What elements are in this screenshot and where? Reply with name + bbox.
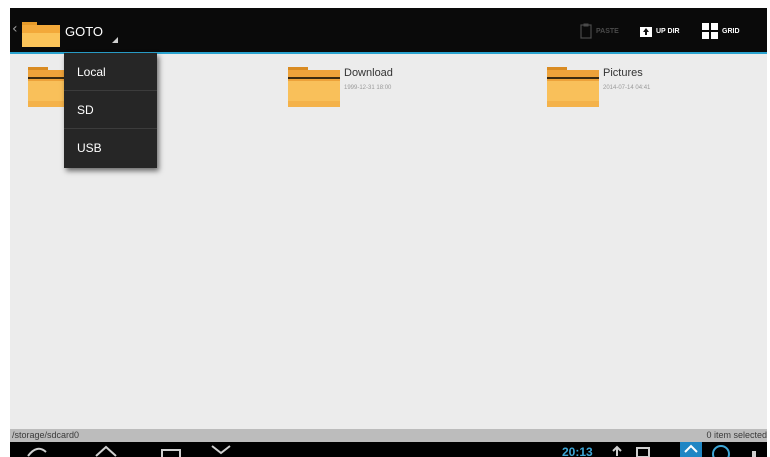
folder-icon (547, 67, 599, 107)
usb-icon (612, 445, 622, 456)
menu-item-local[interactable]: Local (64, 53, 157, 91)
grid-view-button[interactable]: GRID (702, 21, 740, 41)
up-dir-label: UP DIR (656, 27, 680, 35)
home-icon[interactable] (93, 442, 119, 457)
paste-label: PASTE (596, 27, 619, 35)
menu-item-usb[interactable]: USB (64, 129, 157, 167)
action-bar: ‹ GOTO PASTE UP DIR GRID (10, 8, 767, 52)
folder-icon (288, 67, 340, 107)
recent-apps-icon[interactable] (158, 442, 184, 457)
sync-icon (712, 445, 730, 457)
goto-label: GOTO (65, 24, 104, 39)
selection-count: 0 item selected (706, 430, 767, 440)
goto-menu: Local SD USB (64, 53, 157, 168)
up-folder-icon (640, 26, 652, 37)
grid-label: GRID (722, 27, 740, 35)
path-status-bar: /storage/sdcard0 0 item selected (10, 429, 767, 442)
paste-button[interactable]: PASTE (580, 21, 619, 41)
back-icon[interactable] (24, 442, 50, 457)
current-path: /storage/sdcard0 (12, 430, 80, 440)
dropdown-corner-icon (112, 37, 118, 43)
file-date: 1999-12-31 18:00 (344, 85, 392, 91)
collapse-icon[interactable] (208, 442, 234, 457)
file-name: Download (344, 67, 393, 79)
file-manager-screen: ‹ GOTO PASTE UP DIR GRID Download 1999-1… (10, 8, 767, 457)
back-caret-icon[interactable]: ‹ (12, 22, 18, 36)
goto-dropdown[interactable]: GOTO (65, 21, 120, 43)
wifi-icon (680, 442, 702, 457)
image-notification-icon (636, 447, 650, 457)
file-date: 2014-07-14 04:41 (603, 85, 651, 91)
signal-icon (752, 451, 756, 457)
menu-item-sd[interactable]: SD (64, 91, 157, 129)
clock: 20:13 (562, 445, 593, 457)
file-name: Pictures (603, 67, 643, 79)
app-folder-icon[interactable] (22, 19, 60, 47)
grid-icon (702, 23, 718, 39)
up-dir-button[interactable]: UP DIR (640, 21, 680, 41)
system-nav-bar: 20:13 (10, 442, 767, 457)
clipboard-icon (580, 23, 592, 39)
